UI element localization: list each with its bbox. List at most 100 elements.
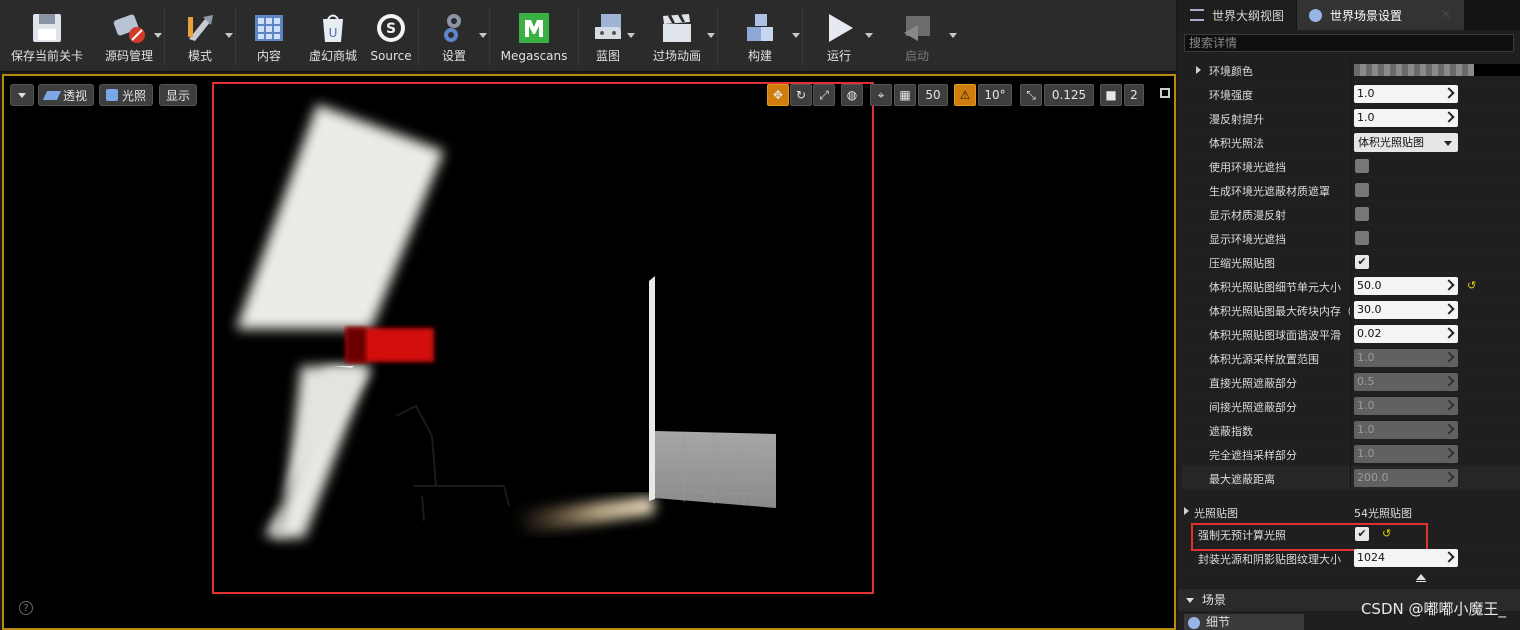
- save-level-button[interactable]: 保存当前关卡: [0, 0, 94, 72]
- drag-handle-icon[interactable]: [1443, 551, 1455, 563]
- content-button[interactable]: 内容: [236, 0, 302, 72]
- tab-world-settings[interactable]: 世界场景设置 ✕: [1297, 0, 1465, 30]
- column-divider[interactable]: [1350, 226, 1351, 250]
- show-button[interactable]: 显示: [159, 84, 198, 106]
- settings-button[interactable]: 设置: [419, 0, 489, 72]
- cinematics-button[interactable]: 过场动画: [637, 0, 717, 72]
- chevron-down-icon[interactable]: [479, 33, 487, 38]
- world-icon: [1309, 8, 1323, 22]
- source-button[interactable]: S Source: [364, 0, 418, 72]
- checkbox[interactable]: [1355, 159, 1369, 173]
- level-viewport[interactable]: 透视 光照 显示 ✥ ↻ ⤢ ◍ ⌖ ▦ 50 ⚠ 10° ⤡ 0.125 ■ …: [2, 74, 1176, 630]
- checkbox[interactable]: [1355, 207, 1369, 221]
- number-field[interactable]: 1.0: [1354, 85, 1458, 103]
- drag-handle-icon[interactable]: [1443, 111, 1455, 123]
- property-label: 体积光照贴图最大砖块内存（: [1209, 305, 1352, 318]
- chevron-down-icon[interactable]: [154, 33, 162, 38]
- reset-to-default-icon[interactable]: ↺: [1467, 279, 1476, 292]
- lit-sphere-icon: [106, 89, 118, 101]
- column-divider[interactable]: [1350, 322, 1351, 346]
- column-divider[interactable]: [1350, 346, 1351, 370]
- tab-world-outliner[interactable]: 世界大纲视图: [1178, 0, 1298, 30]
- drag-handle-icon[interactable]: [1443, 327, 1455, 339]
- world-local-toggle-icon[interactable]: ◍: [841, 84, 863, 106]
- search-details-input[interactable]: 搜索详情: [1184, 34, 1514, 52]
- drag-handle-icon[interactable]: [1443, 303, 1455, 315]
- chevron-down-icon[interactable]: [707, 33, 715, 38]
- checkbox[interactable]: [1355, 183, 1369, 197]
- blueprints-button[interactable]: 蓝图: [579, 0, 637, 72]
- chevron-down-icon[interactable]: [792, 33, 800, 38]
- maximize-viewport-icon[interactable]: [1160, 88, 1170, 98]
- column-divider[interactable]: [1350, 274, 1351, 298]
- source-control-button[interactable]: 源码管理: [94, 0, 164, 72]
- grid-snap-icon[interactable]: ▦: [894, 84, 916, 106]
- number-field[interactable]: 30.0: [1354, 301, 1458, 319]
- modes-button[interactable]: 模式: [165, 0, 235, 72]
- lightmaps-row[interactable]: 光照贴图 54光照贴图: [1182, 500, 1520, 524]
- column-divider[interactable]: [1350, 466, 1351, 490]
- column-divider[interactable]: [1350, 370, 1351, 394]
- property-row: 体积光照贴图球面谐波平滑 0.02: [1182, 322, 1520, 346]
- rotate-snap-icon[interactable]: ⚠: [954, 84, 976, 106]
- property-label: 直接光照遮蔽部分: [1209, 377, 1297, 390]
- scale-snap-value[interactable]: 0.125: [1044, 84, 1094, 106]
- scale-mode-icon[interactable]: ⤢: [813, 84, 835, 106]
- number-field[interactable]: 1.0: [1354, 109, 1458, 127]
- help-icon[interactable]: ?: [19, 601, 33, 615]
- chevron-down-icon[interactable]: [865, 33, 873, 38]
- close-icon[interactable]: ✕: [1440, 7, 1452, 23]
- marketplace-button[interactable]: U 虚幻商城: [302, 0, 364, 72]
- number-field[interactable]: 0.02: [1354, 325, 1458, 343]
- chevron-down-icon[interactable]: [225, 33, 233, 38]
- chevron-right-icon[interactable]: [1184, 507, 1189, 515]
- launch-button[interactable]: 启动: [875, 0, 959, 72]
- camera-speed-icon[interactable]: ■: [1100, 84, 1122, 106]
- collapse-advanced-icon[interactable]: [1416, 574, 1426, 580]
- column-divider[interactable]: [1350, 178, 1351, 202]
- column-divider[interactable]: [1350, 130, 1351, 154]
- megascans-button[interactable]: Megascans: [490, 0, 578, 72]
- column-divider[interactable]: [1350, 154, 1351, 178]
- camera-speed-value[interactable]: 2: [1124, 84, 1144, 106]
- column-divider[interactable]: [1350, 58, 1351, 82]
- column-divider[interactable]: [1350, 202, 1351, 226]
- translate-mode-icon[interactable]: ✥: [767, 84, 789, 106]
- column-divider[interactable]: [1350, 250, 1351, 274]
- column-divider[interactable]: [1350, 418, 1351, 442]
- chevron-right-icon[interactable]: [1196, 66, 1201, 74]
- source-control-label: 源码管理: [104, 49, 153, 63]
- chevron-down-icon[interactable]: [627, 33, 635, 38]
- drag-handle-icon[interactable]: [1443, 87, 1455, 99]
- column-divider[interactable]: [1350, 106, 1351, 130]
- column-divider[interactable]: [1350, 442, 1351, 466]
- viewport-options-button[interactable]: [10, 84, 34, 106]
- rotate-mode-icon[interactable]: ↻: [790, 84, 812, 106]
- checkbox-checked[interactable]: ✔: [1355, 255, 1369, 269]
- drag-handle-icon[interactable]: [1443, 279, 1455, 291]
- column-divider[interactable]: [1350, 394, 1351, 418]
- number-field[interactable]: 50.0: [1354, 277, 1458, 295]
- ambient-color-value-swatch: [1474, 64, 1520, 76]
- number-field: 1.0: [1354, 397, 1458, 415]
- checkbox[interactable]: [1355, 231, 1369, 245]
- column-divider[interactable]: [1350, 82, 1351, 106]
- packed-size-field[interactable]: 1024: [1354, 549, 1458, 567]
- column-divider[interactable]: [1350, 298, 1351, 322]
- perspective-button[interactable]: 透视: [38, 84, 95, 106]
- view-mode-button[interactable]: 光照: [99, 84, 154, 106]
- surface-snap-icon[interactable]: ⌖: [870, 84, 892, 106]
- volume-lighting-method-select[interactable]: 体积光照贴图: [1354, 133, 1458, 152]
- rotate-snap-value[interactable]: 10°: [978, 84, 1012, 106]
- property-row: 完全遮挡采样部分 1.0: [1182, 442, 1520, 466]
- build-button[interactable]: 构建: [718, 0, 802, 72]
- tab-details[interactable]: 细节: [1184, 614, 1304, 630]
- scale-snap-icon[interactable]: ⤡: [1020, 84, 1042, 106]
- launch-icon: [899, 10, 935, 46]
- property-label: 生成环境光遮蔽材质遮罩: [1209, 185, 1330, 198]
- packed-size-value: 1024: [1357, 551, 1385, 564]
- play-button[interactable]: 运行: [803, 0, 875, 72]
- chevron-down-icon[interactable]: [949, 33, 957, 38]
- ambient-color-swatch[interactable]: [1354, 64, 1520, 76]
- grid-snap-value[interactable]: 50: [918, 84, 948, 106]
